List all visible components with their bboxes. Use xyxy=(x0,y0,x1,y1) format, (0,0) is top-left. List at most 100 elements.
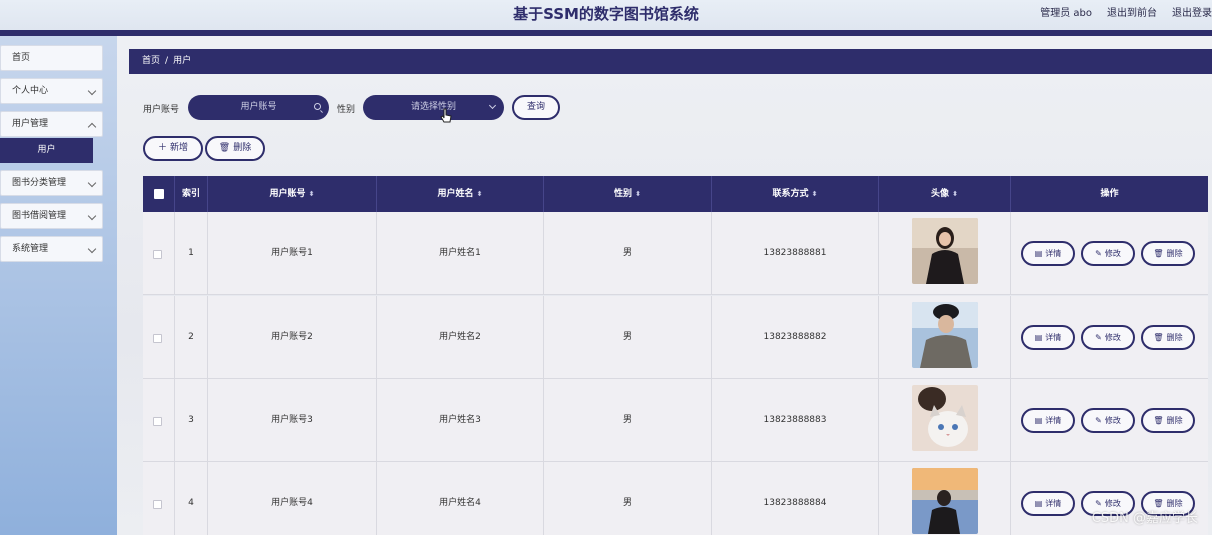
breadcrumb-separator: / xyxy=(165,56,169,66)
back-to-front-link[interactable]: 退出到前台 xyxy=(1107,4,1157,19)
trash-icon: 🗑 xyxy=(218,143,231,153)
column-header-gender[interactable]: 性别 ⬍ xyxy=(544,176,712,212)
user-avatar[interactable] xyxy=(912,218,978,284)
cell-gender: 男 xyxy=(544,379,712,462)
sidebar-item-label: 首页 xyxy=(12,53,31,63)
cell-index: 1 xyxy=(175,212,208,295)
breadcrumb: 首页 / 用户 xyxy=(129,49,1212,74)
cell-gender: 男 xyxy=(544,462,712,535)
row-select-cell xyxy=(143,296,175,379)
row-checkbox[interactable] xyxy=(153,417,162,426)
pencil-icon: ✎ xyxy=(1095,333,1102,342)
delete-button-label: 删除 xyxy=(1166,416,1183,425)
sidebar-subitem-users[interactable]: 用户 xyxy=(0,138,93,163)
sort-icon: ⬍ xyxy=(635,190,641,198)
row-checkbox[interactable] xyxy=(153,334,162,343)
edit-button[interactable]: ✎ 修改 xyxy=(1081,408,1135,433)
sidebar: 首页 个人中心 用户管理 用户 图书分类管理 图书借阅管理 系统管理 xyxy=(0,36,117,535)
sidebar-item-label: 图书借阅管理 xyxy=(12,211,67,221)
chevron-down-icon xyxy=(87,244,97,254)
user-avatar[interactable] xyxy=(912,302,978,368)
cell-phone: 13823888883 xyxy=(712,379,879,462)
chevron-down-icon xyxy=(87,178,97,188)
cell-phone: 13823888882 xyxy=(712,296,879,379)
batch-delete-button[interactable]: 🗑 删除 xyxy=(205,136,265,161)
detail-button[interactable]: ▤ 详情 xyxy=(1021,241,1075,266)
sort-icon: ⬍ xyxy=(476,190,483,198)
sort-icon: ⬍ xyxy=(811,190,818,198)
delete-button[interactable]: 🗑 删除 xyxy=(1141,408,1195,433)
document-icon: ▤ xyxy=(1034,499,1043,508)
edit-button-label: 修改 xyxy=(1104,333,1121,342)
sidebar-item-personal-center[interactable]: 个人中心 xyxy=(0,78,103,104)
detail-button-label: 详情 xyxy=(1045,416,1062,425)
detail-button-label: 详情 xyxy=(1045,499,1062,508)
table-header: 索引 用户账号 ⬍ 用户姓名 ⬍ 性别 ⬍ 联系方式 ⬍ 头像 ⬍ 操作 xyxy=(143,176,1208,212)
delete-button[interactable]: 🗑 删除 xyxy=(1141,241,1195,266)
sidebar-item-label: 用户 xyxy=(37,145,56,155)
row-select-cell xyxy=(143,212,175,295)
edit-button-label: 修改 xyxy=(1104,249,1121,258)
row-checkbox[interactable] xyxy=(153,250,162,259)
sidebar-item-user-management[interactable]: 用户管理 xyxy=(0,111,103,137)
query-button[interactable]: 查询 xyxy=(512,95,560,120)
cell-name: 用户姓名2 xyxy=(377,296,544,379)
trash-icon: 🗑 xyxy=(1153,416,1164,425)
sidebar-item-label: 个人中心 xyxy=(12,86,49,96)
column-header-label: 联系方式 xyxy=(772,189,809,199)
detail-button-label: 详情 xyxy=(1045,249,1062,258)
sidebar-item-label: 系统管理 xyxy=(12,244,49,254)
cell-name: 用户姓名1 xyxy=(377,212,544,295)
sidebar-item-borrow-management[interactable]: 图书借阅管理 xyxy=(0,203,103,229)
sidebar-item-label: 用户管理 xyxy=(12,119,49,129)
main-content: 首页 / 用户 用户账号 用户账号 性别 请选择性别 查询 ＋新增 🗑 删除 索引 用… xyxy=(117,36,1212,535)
column-header-label: 用户姓名 xyxy=(437,189,474,199)
gender-select[interactable]: 请选择性别 xyxy=(363,95,504,120)
account-search-input[interactable]: 用户账号 xyxy=(188,95,329,120)
column-header-actions: 操作 xyxy=(1100,189,1119,199)
user-avatar[interactable] xyxy=(912,468,978,534)
cell-index: 4 xyxy=(175,462,208,535)
chevron-down-icon xyxy=(87,211,97,221)
edit-button[interactable]: ✎ 修改 xyxy=(1081,325,1135,350)
top-header: 基于SSM的数字图书馆系统 管理员 abo 退出到前台 退出登录 xyxy=(0,0,1212,30)
sidebar-item-system-management[interactable]: 系统管理 xyxy=(0,236,103,262)
select-all-checkbox[interactable] xyxy=(154,189,164,199)
detail-button-label: 详情 xyxy=(1045,333,1062,342)
row-select-cell xyxy=(143,379,175,462)
query-button-label: 查询 xyxy=(526,102,545,112)
sidebar-item-home[interactable]: 首页 xyxy=(0,45,103,71)
edit-button[interactable]: ✎ 修改 xyxy=(1081,241,1135,266)
admin-user-label: 管理员 abo xyxy=(1040,8,1092,19)
trash-icon: 🗑 xyxy=(1153,333,1164,342)
chevron-up-icon xyxy=(87,122,97,132)
breadcrumb-home[interactable]: 首页 xyxy=(142,56,160,66)
sidebar-item-book-category[interactable]: 图书分类管理 xyxy=(0,170,103,196)
account-search-placeholder: 用户账号 xyxy=(240,102,277,112)
column-header-phone[interactable]: 联系方式 ⬍ xyxy=(712,176,879,212)
column-header-avatar[interactable]: 头像 ⬍ xyxy=(879,176,1011,212)
table-row: 4 用户账号4 用户姓名4 男 13823888884 ▤ 详情 ✎ 修改 🗑 删除 xyxy=(143,462,1208,535)
gender-search-label: 性别 xyxy=(337,105,356,115)
cell-phone: 13823888884 xyxy=(712,462,879,535)
search-icon xyxy=(314,103,321,110)
detail-button[interactable]: ▤ 详情 xyxy=(1021,325,1075,350)
row-checkbox[interactable] xyxy=(153,500,162,509)
edit-button-label: 修改 xyxy=(1104,416,1121,425)
header-links: 管理员 abo 退出到前台 退出登录 xyxy=(1025,4,1212,19)
column-header-name[interactable]: 用户姓名 ⬍ xyxy=(377,176,544,212)
delete-button[interactable]: 🗑 删除 xyxy=(1141,325,1195,350)
add-button[interactable]: ＋新增 xyxy=(143,136,203,161)
column-header-label: 性别 xyxy=(614,189,633,199)
chevron-down-icon xyxy=(488,101,497,110)
logout-link[interactable]: 退出登录 xyxy=(1172,4,1212,19)
detail-button[interactable]: ▤ 详情 xyxy=(1021,408,1075,433)
column-header-account[interactable]: 用户账号 ⬍ xyxy=(208,176,377,212)
select-all-cell xyxy=(143,176,175,212)
table-row: 1 用户账号1 用户姓名1 男 13823888881 ▤ 详情 ✎ 修改 🗑 删除 xyxy=(143,212,1208,295)
detail-button[interactable]: ▤ 详情 xyxy=(1021,491,1075,516)
watermark: CSDN @嘉应学长 xyxy=(1091,511,1198,526)
delete-button-label: 删除 xyxy=(1166,249,1183,258)
user-avatar[interactable] xyxy=(912,385,978,451)
document-icon: ▤ xyxy=(1034,249,1043,258)
